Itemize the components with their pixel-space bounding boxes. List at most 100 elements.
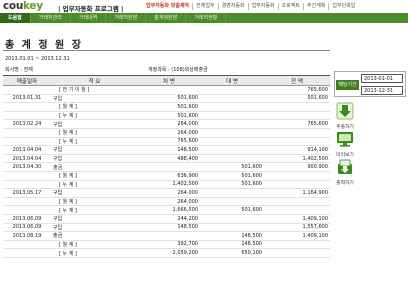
table-row[interactable]: 2013.04.04 구입 488,400 1,402,500 [3, 154, 330, 164]
row-description: [ 누 계 ] [51, 137, 138, 147]
print-button-label: 출력하기 [336, 181, 354, 186]
row-description: [ 전 기 이 월 ] [51, 85, 138, 95]
row-debit: 488,400 [138, 154, 200, 164]
tab-bar: 도움말 거래처관리 거래내역 거래처원장 총계정원장 거래처현황 [0, 13, 408, 23]
company-label: 회사명 : 전체 [5, 67, 33, 73]
table-row[interactable]: 2013.06.09 구입 244,200 1,409,100 [3, 214, 330, 224]
row-description: [ 누 계 ] [51, 111, 138, 121]
tab-client-management[interactable]: 거래처관리 [31, 13, 71, 23]
page-title: 총 계 정 원 장 [5, 40, 83, 51]
row-balance [264, 111, 330, 121]
table-row[interactable]: [ 월 계 ] 636,900 501,600 [3, 171, 330, 181]
top-nav-item-automation[interactable]: 업무자동화 [247, 3, 278, 10]
row-date [3, 102, 51, 112]
tab-help[interactable]: 도움말 [0, 13, 31, 23]
table-row[interactable]: [ 월 계 ] 392,700 148,500 [3, 240, 330, 250]
table-row[interactable]: [ 월 계 ] 501,600 [3, 102, 330, 112]
row-debit: 636,900 [138, 171, 200, 181]
row-date: 2013.08.19 [3, 231, 51, 241]
row-description: [ 월 계 ] [51, 171, 138, 181]
tab-transactions[interactable]: 거래내역 [71, 13, 107, 23]
top-nav-item-shortcut[interactable]: 업무단축입 [328, 3, 358, 10]
row-credit [200, 128, 264, 138]
end-date-input[interactable]: 2013-12-31 [361, 86, 403, 95]
row-debit [138, 85, 200, 95]
table-row[interactable]: [ 누 계 ] 1,666,500 501,600 [3, 205, 330, 215]
row-description: [ 누 계 ] [51, 248, 138, 258]
account-label: 계정과목 : (108)외상매출금 [148, 67, 208, 73]
row-credit [200, 188, 264, 198]
row-balance [264, 205, 330, 215]
monitor-icon [337, 132, 353, 147]
top-nav-item-custom[interactable]: 업무자동화 맞춤제작 [143, 3, 192, 10]
row-balance: 1,557,600 [264, 223, 330, 233]
preview-button[interactable]: 미리보기 [333, 130, 357, 158]
table-header-row: 매출일자 적 요 차 변 대 변 잔 액 [3, 75, 330, 86]
tab-client-ledger[interactable]: 거래처원장 [106, 13, 147, 23]
table-row[interactable]: 2013.05.17 구입 264,000 1,164,900 [3, 188, 330, 198]
row-debit: 2,059,200 [138, 248, 200, 258]
row-balance [264, 248, 330, 258]
row-description: [ 월 계 ] [51, 240, 138, 250]
row-date: 2013.01.31 [3, 94, 51, 104]
row-description: [ 월 계 ] [51, 197, 138, 207]
row-description: 출금 [51, 162, 138, 172]
row-date [3, 197, 51, 207]
row-debit: 765,600 [138, 137, 200, 147]
table-row[interactable]: [ 누 계 ] 2,059,200 650,100 [3, 248, 330, 258]
top-nav-item-weekly[interactable]: 주간계획 [303, 3, 328, 10]
row-description: 출금 [51, 231, 138, 241]
row-description: [ 누 계 ] [51, 180, 138, 190]
row-debit: 148,500 [138, 223, 200, 233]
row-credit: 501,600 [200, 171, 264, 181]
table-row[interactable]: [ 누 계 ] 765,600 [3, 137, 330, 147]
header-credit: 대 변 [200, 75, 264, 86]
logo[interactable]: coukey [3, 0, 43, 12]
app-header: coukey | 업무자동화 프로그램 | 업무자동화 맞춤제작 전체업무 경영… [0, 0, 408, 13]
table-row[interactable]: 2013.04.04 구입 148,500 914,100 [3, 145, 330, 155]
row-balance [264, 171, 330, 181]
table-row[interactable]: [ 누 계 ] 1,402,500 501,600 [3, 180, 330, 190]
extract-button-label: 추출하기 [336, 125, 354, 130]
preview-button-label: 미리보기 [336, 153, 354, 158]
row-date [3, 137, 51, 147]
top-nav-item-project[interactable]: 프로젝트 [277, 3, 303, 10]
row-credit: 650,100 [200, 248, 264, 258]
header-date: 매출일자 [3, 75, 51, 86]
top-nav-item-all[interactable]: 전체업무 [192, 3, 217, 10]
tab-general-ledger[interactable]: 총계정원장 [146, 13, 187, 23]
tab-client-status[interactable]: 거래처현황 [186, 13, 227, 23]
start-date-input[interactable]: 2013-01-01 [361, 74, 403, 83]
table-row[interactable]: [ 전 기 이 월 ] 765,600 [3, 85, 330, 95]
row-debit: 244,200 [138, 214, 200, 224]
table-row[interactable]: [ 월 계 ] 264,000 [3, 197, 330, 207]
row-balance [264, 128, 330, 138]
extract-button[interactable]: 추출하기 [333, 102, 357, 130]
row-date: 2013.05.17 [3, 188, 51, 198]
row-date: 2013.04.04 [3, 145, 51, 155]
row-description: 구입 [51, 154, 138, 164]
top-nav-item-management[interactable]: 경영자동화 [217, 3, 248, 10]
table-row[interactable]: 2013.06.09 구입 148,500 1,557,600 [3, 223, 330, 233]
row-description: 구입 [51, 145, 138, 155]
row-description: 구입 [51, 94, 138, 104]
row-debit: 501,600 [138, 111, 200, 121]
row-debit: 264,000 [138, 197, 200, 207]
table-row[interactable]: 2013.02.24 구입 264,000 765,600 [3, 119, 330, 129]
row-balance: 1,409,100 [264, 214, 330, 224]
print-button[interactable]: 출력하기 [333, 158, 357, 186]
row-balance [264, 102, 330, 112]
title-divider [3, 50, 330, 51]
table-row[interactable]: [ 월 계 ] 264,000 [3, 128, 330, 138]
row-debit: 148,500 [138, 145, 200, 155]
row-balance: 900,900 [264, 162, 330, 172]
table-row[interactable]: [ 누 계 ] 501,600 [3, 111, 330, 121]
table-row[interactable]: 2013.04.30 출금 501,600 900,900 [3, 162, 330, 172]
row-credit [200, 137, 264, 147]
table-row[interactable]: 2013.01.31 구입 501,600 501,600 [3, 94, 330, 104]
row-date [3, 85, 51, 95]
row-credit [200, 154, 264, 164]
header-debit: 차 변 [138, 75, 200, 86]
row-date: 2013.06.09 [3, 223, 51, 233]
table-row[interactable]: 2013.08.19 출금 148,500 1,409,100 [3, 231, 330, 241]
